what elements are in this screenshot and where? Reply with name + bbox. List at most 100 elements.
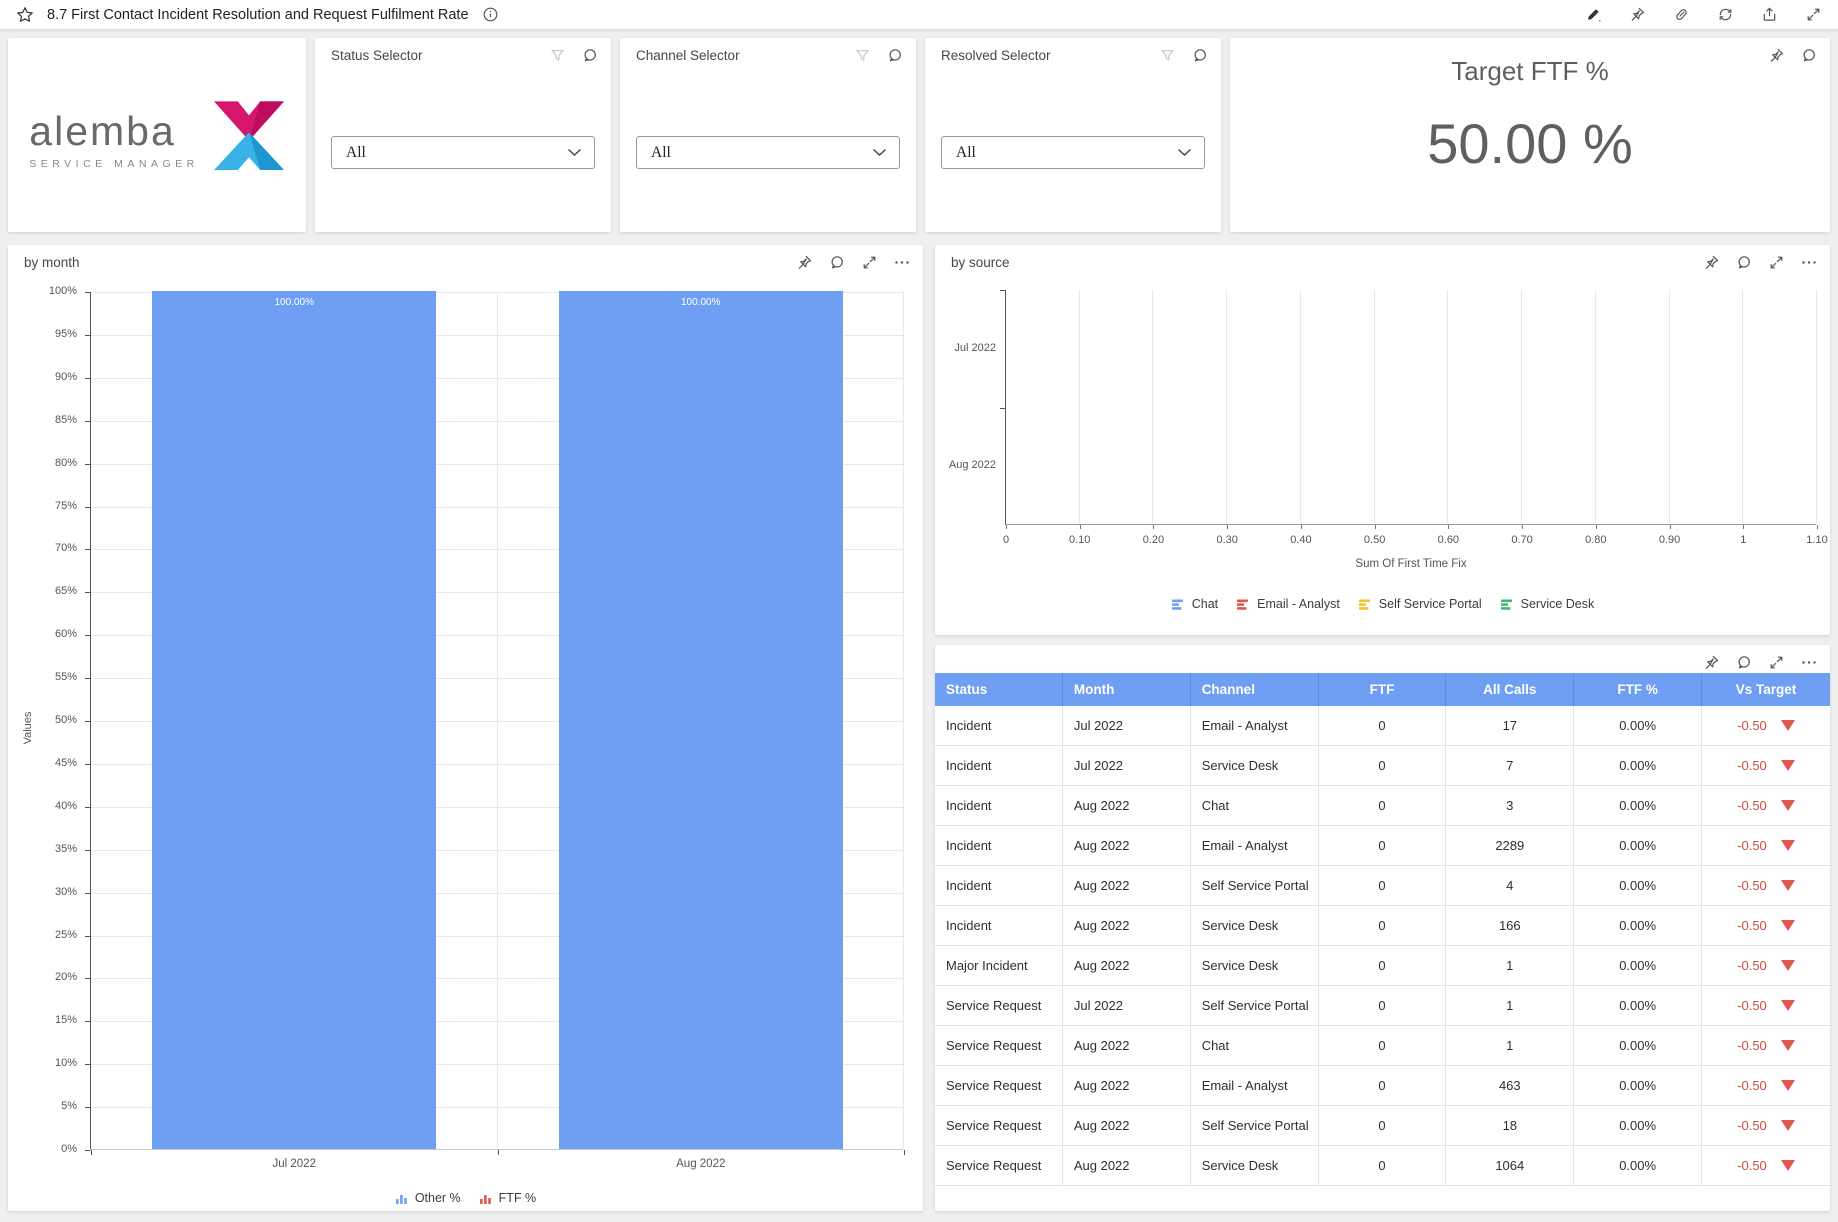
- column-header[interactable]: Status: [935, 673, 1063, 706]
- expand-icon[interactable]: [1768, 254, 1785, 271]
- bar-jul-2022[interactable]: 100.00%: [152, 291, 437, 1149]
- table-cell: Email - Analyst: [1191, 706, 1319, 745]
- legend-item[interactable]: Chat: [1171, 597, 1218, 611]
- table-row[interactable]: Service Request Jul 2022 Self Service Port…: [935, 986, 1830, 1026]
- column-header[interactable]: Vs Target: [1702, 673, 1830, 706]
- table-cell: Major Incident: [935, 946, 1063, 985]
- comment-icon[interactable]: [1191, 47, 1209, 64]
- expand-icon[interactable]: [861, 254, 878, 271]
- column-header[interactable]: Month: [1062, 673, 1191, 706]
- legend-item[interactable]: Service Desk: [1500, 597, 1594, 611]
- gridline: [1594, 290, 1596, 524]
- expand-icon[interactable]: [1805, 6, 1822, 23]
- column-header[interactable]: FTF %: [1574, 673, 1703, 706]
- table-row[interactable]: Incident Aug 2022 Chat 0 3 0.00% -0.50: [935, 786, 1830, 826]
- bar-aug-2022[interactable]: 100.00%: [558, 291, 843, 1149]
- gridline: [1816, 290, 1817, 524]
- table-row[interactable]: Major Incident Aug 2022 Service Desk 0 1 0.00…: [935, 946, 1830, 986]
- table-cell: 0: [1319, 906, 1447, 945]
- table-cell: Aug 2022: [1063, 866, 1191, 905]
- vs-target-cell: -0.50: [1702, 786, 1830, 825]
- comment-icon[interactable]: [1735, 254, 1753, 271]
- table-cell: 0.00%: [1574, 1146, 1703, 1185]
- table-cell: 1064: [1446, 1146, 1575, 1185]
- refresh-icon[interactable]: [1717, 6, 1734, 23]
- more-icon[interactable]: [1800, 254, 1818, 271]
- gridline: [1373, 290, 1375, 524]
- triangle-down-icon: [1780, 1080, 1795, 1091]
- legend-label: Other %: [414, 1191, 461, 1205]
- table-cell: 0: [1319, 946, 1447, 985]
- channel-selector-dropdown[interactable]: All: [636, 136, 900, 169]
- legend-item[interactable]: FTF %: [479, 1191, 536, 1205]
- vs-target-cell: -0.50: [1702, 1066, 1830, 1105]
- comment-icon[interactable]: [886, 47, 904, 64]
- y-tick-mark: [85, 935, 90, 937]
- expand-icon[interactable]: [1768, 654, 1785, 671]
- favorite-star-icon[interactable]: [16, 6, 34, 24]
- table-row[interactable]: Incident Aug 2022 Service Desk 0 166 0.00% -0.…: [935, 906, 1830, 946]
- y-tick-mark: [85, 806, 90, 808]
- table-row[interactable]: Incident Aug 2022 Self Service Portal 0 4 0.0…: [935, 866, 1830, 906]
- dashboard-title: 8.7 First Contact Incident Resolution an…: [47, 6, 469, 23]
- x-tick-mark: [1079, 525, 1081, 529]
- info-icon[interactable]: [482, 6, 499, 23]
- legend-item[interactable]: Self Service Portal: [1358, 597, 1482, 611]
- gridline: [496, 292, 498, 1149]
- table-cell: Jul 2022: [1063, 706, 1191, 745]
- y-tick-label: 60%: [54, 628, 77, 641]
- legend-item[interactable]: Other %: [395, 1191, 461, 1205]
- more-icon[interactable]: [893, 254, 911, 271]
- gridline: [1668, 290, 1670, 524]
- filter-icon[interactable]: [854, 47, 871, 64]
- channel-selector-widget: Channel Selector All: [620, 38, 916, 232]
- table-cell: Incident: [935, 906, 1063, 945]
- filter-icon[interactable]: [549, 47, 566, 64]
- vs-target-cell: -0.50: [1702, 1026, 1830, 1065]
- pin-icon[interactable]: [1768, 47, 1785, 64]
- table-cell: 18: [1446, 1106, 1575, 1145]
- column-header[interactable]: All Calls: [1446, 673, 1575, 706]
- y-tick-label: 95%: [54, 327, 77, 340]
- status-selector-dropdown[interactable]: All: [331, 136, 595, 169]
- pin-icon[interactable]: [796, 254, 813, 271]
- column-header[interactable]: FTF: [1318, 673, 1447, 706]
- table-row[interactable]: Service Request Aug 2022 Service Desk 0 1064…: [935, 1146, 1830, 1186]
- pin-icon[interactable]: [1703, 254, 1720, 271]
- legend-item[interactable]: Email - Analyst: [1236, 597, 1340, 611]
- table-row[interactable]: Service Request Aug 2022 Chat 0 1 0.00% -0.50: [935, 1026, 1830, 1066]
- pin-icon[interactable]: [1629, 6, 1646, 23]
- table-row[interactable]: Service Request Aug 2022 Self Service Port…: [935, 1106, 1830, 1146]
- series-swatch-icon: [479, 1192, 492, 1205]
- pin-icon[interactable]: [1703, 654, 1720, 671]
- vs-target-value: -0.50: [1737, 1078, 1767, 1093]
- comment-icon[interactable]: [581, 47, 599, 64]
- table-cell: 0.00%: [1574, 1066, 1703, 1105]
- edit-icon[interactable]: [1585, 6, 1602, 23]
- y-tick-label: 15%: [54, 1014, 77, 1027]
- table-cell: Aug 2022: [1063, 906, 1191, 945]
- gridline: [1299, 290, 1301, 524]
- comment-icon[interactable]: [1800, 47, 1818, 64]
- table-cell: Service Request: [935, 1026, 1063, 1065]
- resolved-selector-dropdown[interactable]: All: [941, 136, 1205, 169]
- vs-target-cell: -0.50: [1702, 866, 1830, 905]
- table-row[interactable]: Incident Jul 2022 Email - Analyst 0 17 0.00% -…: [935, 706, 1830, 746]
- link-icon[interactable]: [1673, 6, 1690, 23]
- triangle-down-icon: [1780, 1160, 1795, 1171]
- y-tick-mark: [85, 978, 90, 980]
- comment-icon[interactable]: [828, 254, 846, 271]
- vs-target-value: -0.50: [1737, 758, 1767, 773]
- table-cell: 0.00%: [1574, 866, 1703, 905]
- comment-icon[interactable]: [1735, 654, 1753, 671]
- filter-icon[interactable]: [1159, 47, 1176, 64]
- more-icon[interactable]: [1800, 654, 1818, 671]
- kpi-title: Target FTF %: [1451, 56, 1609, 86]
- table-row[interactable]: Incident Aug 2022 Email - Analyst 0 2289 0.00…: [935, 826, 1830, 866]
- vs-target-value: -0.50: [1737, 798, 1767, 813]
- column-header[interactable]: Channel: [1190, 673, 1319, 706]
- x-category-label: Jul 2022: [272, 1158, 316, 1170]
- table-row[interactable]: Service Request Aug 2022 Email - Analyst 0 4…: [935, 1066, 1830, 1106]
- share-icon[interactable]: [1761, 6, 1778, 23]
- table-row[interactable]: Incident Jul 2022 Service Desk 0 7 0.00% -0.50: [935, 746, 1830, 786]
